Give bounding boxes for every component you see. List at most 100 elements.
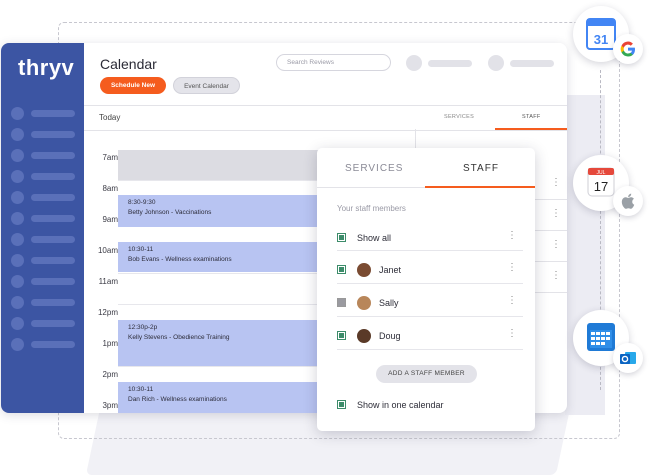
appointment-desc: Bob Evans - Wellness examinations [128,256,232,263]
background-panel [565,95,605,415]
apple-icon [621,193,635,209]
account-name-placeholder [510,60,554,67]
grid-line [118,273,333,274]
apple-calendar-day: 17 [594,179,608,194]
appointment-desc: Betty Johnson - Vaccinations [128,209,212,216]
add-staff-member-button[interactable]: ADD A STAFF MEMBER [376,365,477,383]
appointment-time: 10:30-11 [128,246,154,253]
staff-filter-popup: SERVICES STAFF Your staff members Show a… [317,148,535,431]
time-label: 12pm [97,308,118,317]
more-icon[interactable]: ⋮ [507,329,517,339]
more-icon[interactable]: ⋮ [551,178,561,188]
sidebar-item[interactable] [11,338,75,352]
google-icon [620,41,635,57]
more-icon[interactable]: ⋮ [551,209,561,219]
apple-calendar-month: JUL [597,170,606,176]
thryv-logo: thryv [18,55,75,80]
divider [337,349,523,350]
time-label: 2pm [102,370,118,379]
staff-row-sally[interactable]: Sally ⋮ [337,292,523,314]
google-badge[interactable] [613,34,643,64]
top-bar: Calendar Schedule New Event Calendar Sea… [84,43,567,105]
appointment-time: 12:30p-2p [128,324,158,331]
sidebar: thryv [1,43,84,413]
divider [337,316,523,317]
time-label: 10am [97,246,118,255]
grid-line [118,304,333,305]
more-icon[interactable]: ⋮ [551,271,561,281]
avatar [357,329,371,343]
appointment-desc: Kelly Stevens - Obedience Training [128,334,230,341]
blocked-time [118,150,333,180]
staff-row-janet[interactable]: Janet ⋮ [337,259,523,281]
time-label: 8am [102,184,118,193]
staff-label: Sally [379,298,399,308]
checkbox[interactable] [337,331,346,340]
outlook-icon [620,352,636,364]
staff-row-doug[interactable]: Doug ⋮ [337,325,523,347]
sidebar-item[interactable] [11,317,75,331]
staff-section-label: Your staff members [337,204,406,213]
sidebar-item[interactable] [11,254,75,268]
sidebar-item[interactable] [11,107,75,121]
divider [337,250,523,251]
popup-tab-services[interactable]: SERVICES [345,163,403,174]
grid-line [118,366,333,367]
staff-row-show-all[interactable]: Show all ⋮ [337,227,523,249]
user-name-placeholder [428,60,472,67]
appointment-desc: Dan Rich - Wellness examinations [128,396,227,403]
popup-tab-staff[interactable]: STAFF [463,163,499,174]
time-label: 3pm [102,401,118,410]
time-label: 7am [102,153,118,162]
sidebar-item[interactable] [11,149,75,163]
google-calendar-day: 31 [594,32,608,47]
more-icon[interactable]: ⋮ [551,240,561,250]
grid-line [118,180,333,181]
page-title: Calendar [100,56,157,72]
outlook-badge[interactable] [613,343,643,373]
apple-badge[interactable] [613,186,643,216]
active-tab-underline [425,186,535,188]
more-icon[interactable]: ⋮ [507,296,517,306]
appointment-time: 10:30-11 [128,386,154,393]
sidebar-item[interactable] [11,128,75,142]
time-label: 1pm [102,339,118,348]
schedule-new-button[interactable]: Schedule New [100,77,166,94]
tab-staff[interactable]: STAFF [522,114,541,120]
appointment-time: 8:30-9:30 [128,199,156,206]
appointment[interactable]: 10:30-11 Bob Evans - Wellness examinatio… [118,242,333,272]
account-avatar[interactable] [488,55,504,71]
sidebar-item[interactable] [11,275,75,289]
today-button[interactable]: Today [99,113,120,122]
appointment[interactable]: 10:30-11 Dan Rich - Wellness examination… [118,382,333,413]
search-input[interactable]: Search Reviews [276,54,391,71]
avatar [357,296,371,310]
sidebar-item[interactable] [11,170,75,184]
active-tab-underline [495,128,567,130]
appointment[interactable]: 12:30p-2p Kelly Stevens - Obedience Trai… [118,320,333,366]
time-label: 9am [102,215,118,224]
divider [337,283,523,284]
sidebar-item[interactable] [11,212,75,226]
avatar [357,263,371,277]
checkbox[interactable] [337,233,346,242]
sidebar-item[interactable] [11,191,75,205]
tab-services[interactable]: SERVICES [444,114,474,120]
time-label: 11am [98,277,118,286]
more-icon[interactable]: ⋮ [507,231,517,241]
show-in-one-calendar-row[interactable]: Show in one calendar [337,394,523,416]
checkbox[interactable] [337,298,346,307]
staff-label: Janet [379,265,402,275]
sidebar-item[interactable] [11,233,75,247]
sidebar-item[interactable] [11,296,75,310]
staff-label: Doug [379,331,401,341]
more-icon[interactable]: ⋮ [507,263,517,273]
user-avatar[interactable] [406,55,422,71]
event-calendar-button[interactable]: Event Calendar [173,77,240,94]
appointment[interactable]: 8:30-9:30 Betty Johnson - Vaccinations [118,195,333,227]
one-calendar-label: Show in one calendar [357,400,444,410]
staff-label: Show all [357,233,392,243]
checkbox[interactable] [337,400,346,409]
calendar-subbar: Today SERVICES STAFF [84,105,567,131]
checkbox[interactable] [337,265,346,274]
